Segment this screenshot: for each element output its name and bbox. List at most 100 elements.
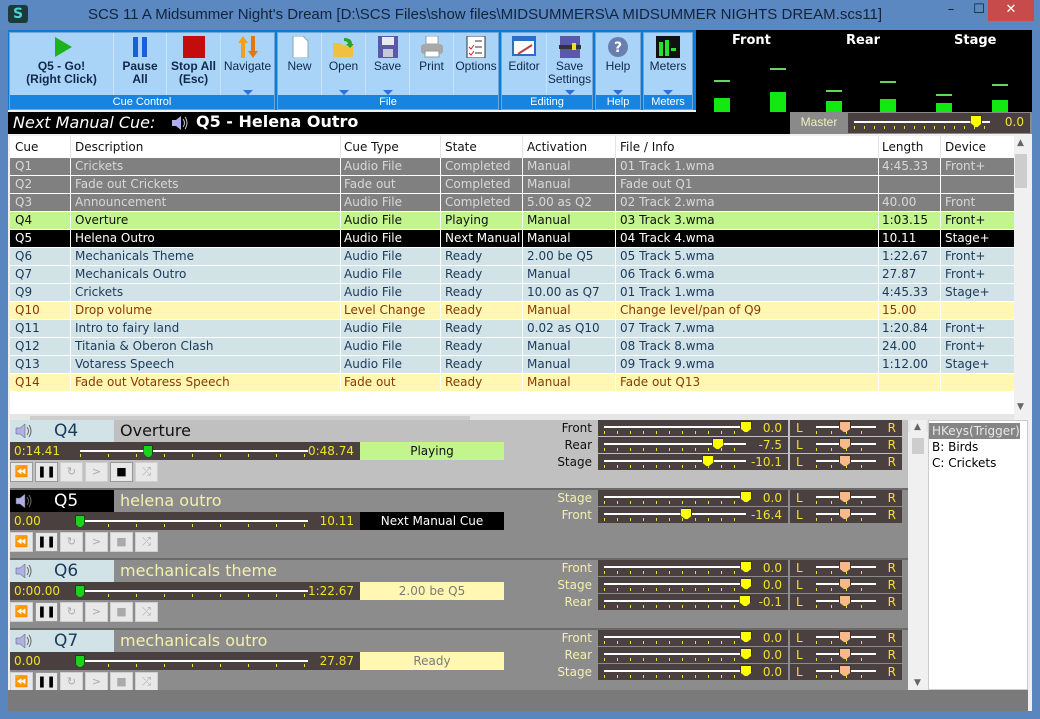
column-divider[interactable]	[340, 136, 341, 158]
panels-scroll-thumb[interactable]	[912, 438, 924, 454]
level-value: 0.0	[762, 561, 782, 575]
level-slider[interactable]: 0.0	[598, 490, 788, 506]
table-row[interactable]: Q7 Mechanicals Outro Audio File Ready Manual…	[10, 266, 1014, 284]
open-button[interactable]: Open	[322, 33, 366, 97]
go-button[interactable]: Q5 - Go! (Right Click)	[10, 33, 114, 97]
table-row[interactable]: Q12 Titania & Oberon Clash Audio File Ready…	[10, 338, 1014, 356]
table-cell: Audio File	[344, 339, 403, 353]
navigate-button[interactable]: Navigate	[221, 33, 274, 97]
level-slider[interactable]: 0.0	[598, 560, 788, 576]
cell-divider	[878, 176, 879, 194]
minimize-button[interactable]: –	[936, 0, 966, 21]
pan-slider[interactable]: L R	[790, 437, 902, 453]
level-ticks	[604, 658, 746, 661]
play-pause-icon[interactable]: ❚❚	[35, 532, 58, 552]
table-row[interactable]: Q11 Intro to fairy land Audio File Ready 0.0…	[10, 320, 1014, 338]
pan-slider[interactable]: L R	[790, 664, 902, 680]
help-button[interactable]: ? Help	[596, 33, 640, 97]
table-cell: Manual	[527, 267, 571, 281]
level-slider[interactable]: -10.1	[598, 454, 788, 470]
level-slider[interactable]: 0.0	[598, 420, 788, 436]
pan-slider[interactable]: L R	[790, 490, 902, 506]
print-button[interactable]: Print	[410, 33, 454, 97]
table-vertical-scrollbar[interactable]: ▲ ▼	[1014, 136, 1028, 414]
table-row[interactable]: Q14 Fade out Votaress Speech Fade out Ready…	[10, 374, 1014, 392]
column-divider[interactable]	[70, 136, 71, 158]
cell-divider	[940, 212, 941, 230]
table-cell: Mechanicals Theme	[75, 249, 194, 263]
table-row[interactable]: Q2 Fade out Crickets Fade out Completed Manu…	[10, 176, 1014, 194]
meters-button[interactable]: Meters	[644, 33, 692, 97]
group-label-editing: Editing	[502, 95, 592, 109]
level-slider[interactable]: -0.1	[598, 594, 788, 610]
column-divider[interactable]	[615, 136, 616, 158]
level-slider[interactable]: -7.5	[598, 437, 788, 453]
cell-divider	[940, 266, 941, 284]
table-cell: Q5	[15, 231, 33, 245]
column-header[interactable]: Cue Type	[344, 140, 399, 154]
panels-scroll-down-icon[interactable]: ▼	[914, 678, 921, 688]
column-header[interactable]: Length	[882, 140, 923, 154]
rewind-icon[interactable]: ⏪	[10, 532, 33, 552]
table-cell: Q1	[15, 159, 33, 173]
pan-slider[interactable]: L R	[790, 594, 902, 610]
hotkey-item[interactable]: B: Birds	[929, 439, 1027, 455]
level-track	[604, 426, 746, 428]
column-header[interactable]: Description	[75, 140, 143, 154]
scroll-thumb[interactable]	[1015, 154, 1027, 188]
level-slider[interactable]: 0.0	[598, 577, 788, 593]
master-slider[interactable]: 0.0	[848, 113, 1030, 133]
panels-scroll-up-icon[interactable]: ▲	[914, 422, 921, 432]
cell-divider	[340, 374, 341, 392]
save-settings-button[interactable]: Save Settings	[547, 33, 592, 97]
column-divider[interactable]	[522, 136, 523, 158]
shuffle-icon[interactable]: ⤮	[135, 532, 158, 552]
level-slider[interactable]: 0.0	[598, 647, 788, 663]
stop-all-button[interactable]: Stop All (Esc)	[167, 33, 221, 97]
table-cell: 0.02 as Q10	[527, 321, 600, 335]
column-header[interactable]: File / Info	[620, 140, 674, 154]
table-row[interactable]: Q13 Votaress Speech Audio File Ready Manual 0…	[10, 356, 1014, 374]
options-button[interactable]: Options	[454, 33, 498, 97]
pan-slider[interactable]: L R	[790, 560, 902, 576]
column-divider[interactable]	[878, 136, 879, 158]
table-row[interactable]: Q5 Helena Outro Audio File Next Manual Manua…	[10, 230, 1014, 248]
pan-slider[interactable]: L R	[790, 577, 902, 593]
table-row[interactable]: Q10 Drop volume Level Change Ready Manual Cha…	[10, 302, 1014, 320]
loop-icon[interactable]: ↻	[60, 532, 83, 552]
table-row[interactable]: Q1 Crickets Audio File Completed Manual 01 Tr…	[10, 158, 1014, 176]
pause-all-button[interactable]: Pause All	[114, 33, 167, 97]
pan-slider[interactable]: L R	[790, 454, 902, 470]
pan-slider[interactable]: L R	[790, 630, 902, 646]
ribbon-group-meters: Meters Meters	[643, 32, 693, 110]
level-slider[interactable]: -16.4	[598, 507, 788, 523]
pan-slider[interactable]: L R	[790, 420, 902, 436]
column-header[interactable]: Activation	[527, 140, 587, 154]
editor-button[interactable]: Editor	[502, 33, 547, 97]
hotkey-item[interactable]: C: Crickets	[929, 455, 1027, 471]
pan-slider[interactable]: L R	[790, 507, 902, 523]
level-slider[interactable]: 0.0	[598, 630, 788, 646]
table-row[interactable]: Q6 Mechanicals Theme Audio File Ready 2.00 b…	[10, 248, 1014, 266]
scroll-up-icon[interactable]: ▲	[1017, 138, 1024, 148]
column-divider[interactable]	[940, 136, 941, 158]
column-divider[interactable]	[440, 136, 441, 158]
panels-vertical-scrollbar[interactable]: ▲ ▼	[910, 420, 926, 690]
column-header[interactable]: Device	[945, 140, 986, 154]
table-row[interactable]: Q9 Crickets Audio File Ready 10.00 as Q7 01 T…	[10, 284, 1014, 302]
cell-divider	[615, 284, 616, 302]
save-button[interactable]: Save	[366, 33, 410, 97]
table-row[interactable]: Q4 Overture Audio File Playing Manual 03 Trac…	[10, 212, 1014, 230]
next-icon[interactable]: >	[85, 532, 108, 552]
scroll-down-icon[interactable]: ▼	[1017, 402, 1024, 412]
close-button[interactable]: ✕	[988, 0, 1034, 21]
pan-slider[interactable]: L R	[790, 647, 902, 663]
table-cell: Q11	[15, 321, 40, 335]
table-row[interactable]: Q3 Announcement Audio File Completed 5.00 as…	[10, 194, 1014, 212]
column-header[interactable]: Cue	[15, 140, 38, 154]
table-cell: Manual	[527, 177, 571, 191]
column-header[interactable]: State	[445, 140, 477, 154]
level-slider[interactable]: 0.0	[598, 664, 788, 680]
new-button[interactable]: New	[278, 33, 322, 97]
stop-icon[interactable]: ■	[110, 532, 133, 552]
